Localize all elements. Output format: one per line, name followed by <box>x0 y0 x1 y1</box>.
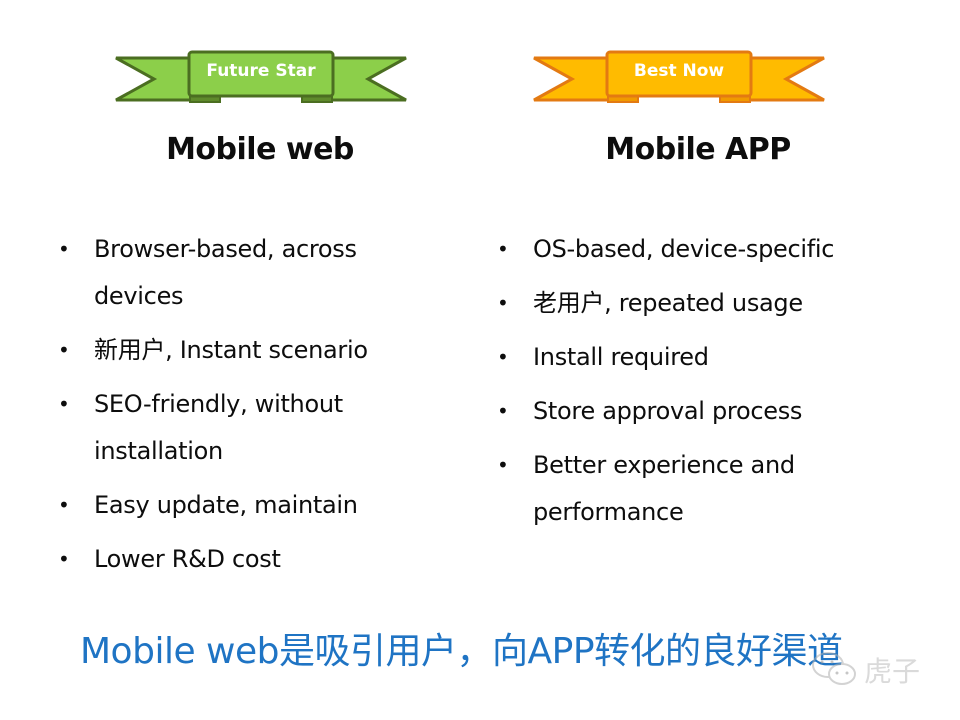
list-item: • Install required <box>495 334 895 381</box>
list-item: • 新用户, Instant scenario <box>56 327 436 374</box>
ribbon-label: Best Now <box>633 61 725 81</box>
list-item-text: Store approval process <box>533 397 803 425</box>
bullet-icon: • <box>58 237 70 261</box>
list-item: • Lower R&D cost <box>56 536 436 583</box>
bullet-icon: • <box>58 493 70 517</box>
bullet-icon: • <box>497 345 509 369</box>
watermark-text: 虎子 <box>864 655 921 688</box>
list-item-text: Better experience and performance <box>533 451 795 526</box>
list-item-text: OS-based, device-specific <box>533 235 835 263</box>
bullet-icon: • <box>497 399 509 423</box>
bullet-icon: • <box>497 237 509 261</box>
bullet-icon: • <box>58 547 70 571</box>
list-item-text: Browser-based, across devices <box>94 235 357 310</box>
list-item-text: 新用户, Instant scenario <box>94 336 368 364</box>
list-item-text: Easy update, maintain <box>94 491 358 519</box>
list-item-text: SEO-friendly, without installation <box>94 390 343 465</box>
list-item: • SEO-friendly, without installation <box>56 381 436 475</box>
list-item-text: Lower R&D cost <box>94 545 281 573</box>
list-item: • 老用户, repeated usage <box>495 280 895 327</box>
list-item-text: 老用户, repeated usage <box>533 289 803 317</box>
list-item: • OS-based, device-specific <box>495 226 895 273</box>
ribbon-best-now: Best Now <box>532 50 826 108</box>
list-item: • Easy update, maintain <box>56 482 436 529</box>
watermark: 虎子 <box>810 650 920 690</box>
mobile-app-title: Mobile APP <box>605 132 791 167</box>
list-item: • Better experience and performance <box>495 442 895 536</box>
mobile-web-title: Mobile web <box>166 132 354 167</box>
ribbon-future-star: Future Star <box>114 50 408 108</box>
conclusion-text: Mobile web是吸引用户，向APP转化的良好渠道 <box>80 631 843 672</box>
ribbon-label: Future Star <box>206 61 316 81</box>
bullet-icon: • <box>58 338 70 362</box>
list-item: • Browser-based, across devices <box>56 226 436 320</box>
bullet-icon: • <box>58 392 70 416</box>
wechat-icon <box>812 652 856 685</box>
mobile-web-list: • Browser-based, across devices • 新用户, Ins… <box>56 226 436 590</box>
list-item-text: Install required <box>533 343 709 371</box>
bullet-icon: • <box>497 453 509 477</box>
list-item: • Store approval process <box>495 388 895 435</box>
mobile-app-list: • OS-based, device-specific • 老用户, repeate… <box>495 226 895 543</box>
bullet-icon: • <box>497 291 509 315</box>
